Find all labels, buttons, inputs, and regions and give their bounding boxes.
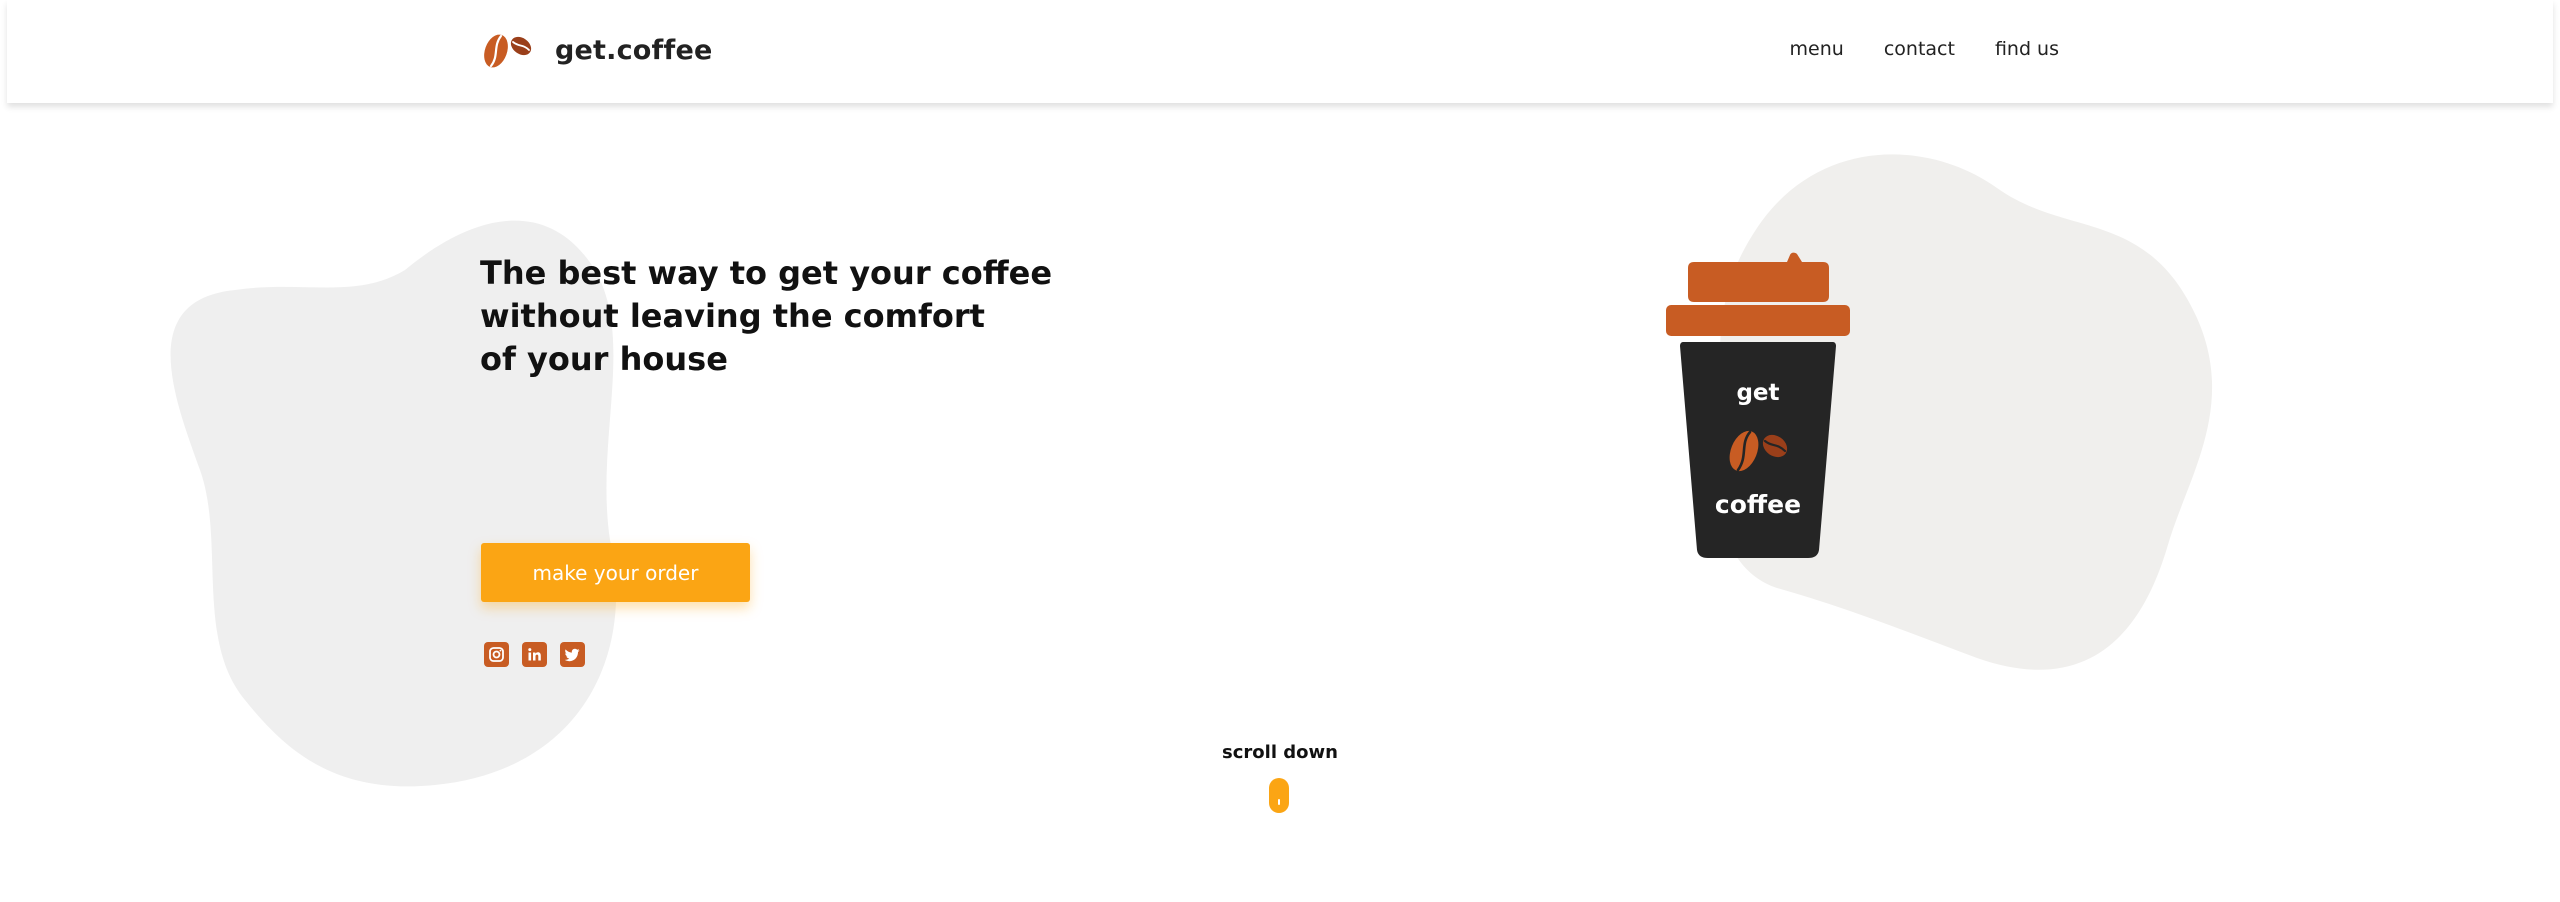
coffee-beans-icon — [1729, 430, 1788, 472]
hero-headline-line: without leaving the comfort — [480, 297, 985, 335]
nav-item-menu: menu — [1790, 38, 1844, 60]
main-nav: menu contact find us — [1790, 38, 2059, 60]
linkedin-icon — [528, 648, 541, 661]
linkedin-link[interactable] — [522, 642, 547, 667]
twitter-icon — [564, 648, 580, 662]
social-links — [484, 642, 585, 667]
scroll-wheel — [1278, 799, 1280, 805]
hero-headline: The best way to get your coffee without … — [480, 252, 1053, 381]
instagram-icon — [489, 647, 504, 662]
cup-text-bottom: coffee — [1714, 490, 1802, 519]
nav-link-menu[interactable]: menu — [1790, 38, 1844, 60]
logo-text: get.coffee — [555, 34, 713, 66]
coffee-cup-illustration: get coffee — [1666, 252, 1850, 560]
hero-headline-line: The best way to get your coffee — [480, 254, 1053, 292]
page: get.coffee menu contact find us The best… — [0, 0, 2560, 902]
twitter-link[interactable] — [560, 642, 585, 667]
scroll-down-label: scroll down — [1222, 742, 1338, 763]
site-header: get.coffee menu contact find us — [7, 0, 2553, 103]
scroll-down-mouse-icon[interactable] — [1269, 778, 1289, 813]
nav-item-contact: contact — [1884, 38, 1955, 60]
hero-headline-line: of your house — [480, 340, 728, 378]
instagram-link[interactable] — [484, 642, 509, 667]
cup-text-top: get — [1736, 380, 1780, 406]
coffee-beans-icon — [484, 34, 532, 68]
nav-link-contact[interactable]: contact — [1884, 38, 1955, 60]
nav-item-find-us: find us — [1995, 38, 2059, 60]
make-order-button[interactable]: make your order — [481, 543, 750, 602]
logo-link[interactable]: get.coffee — [481, 28, 712, 72]
nav-link-find-us[interactable]: find us — [1995, 38, 2059, 60]
